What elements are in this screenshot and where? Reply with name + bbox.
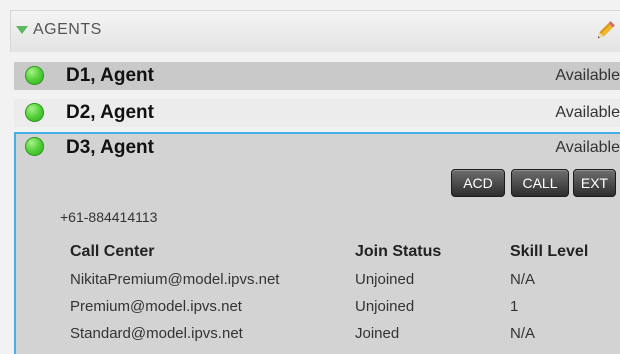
column-header-skill-level: Skill Level [510,243,589,260]
skill-level-cell: N/A [510,271,536,288]
agent-row-d2[interactable]: D2, Agent Available [14,99,620,127]
skill-level-cell: N/A [510,325,536,342]
panel-title: AGENTS [33,21,102,38]
agent-name: D3, Agent [66,137,154,158]
triangle-down-icon[interactable] [16,26,28,34]
agent-row-d1[interactable]: D1, Agent Available [14,62,620,90]
agent-name: D2, Agent [66,102,154,123]
available-status-icon [25,137,44,156]
skill-level-cell: 1 [510,298,519,315]
join-status-cell[interactable]: Joined [355,325,399,342]
call-center-cell: Premium@model.ipvs.net [70,298,242,315]
column-header-call-center: Call Center [70,243,155,260]
call-button[interactable]: CALL [511,169,569,197]
acd-button[interactable]: ACD [451,169,505,197]
call-center-cell: NikitaPremium@model.ipvs.net [70,271,280,288]
agent-status: Available [555,139,620,156]
agent-phone-number[interactable]: +61-884414113 [60,209,157,225]
join-status-cell[interactable]: Unjoined [355,298,414,315]
agent-status: Available [555,67,620,84]
agent-row-d3-expanded[interactable]: D3, Agent Available ACD CALL EXT +61-884… [14,132,620,354]
agents-panel-header[interactable]: AGENTS [10,10,620,52]
ext-button[interactable]: EXT [573,169,616,197]
available-status-icon [25,103,44,122]
agent-status: Available [555,104,620,121]
column-header-join-status: Join Status [355,243,442,260]
join-status-cell[interactable]: Unjoined [355,271,414,288]
available-status-icon [25,66,44,85]
agents-panel: AGENTS D1, Agent Available D2, Agent Ava… [0,0,620,354]
agent-name: D1, Agent [66,65,154,86]
call-center-cell: Standard@model.ipvs.net [70,325,243,342]
pencil-icon[interactable] [593,19,617,43]
